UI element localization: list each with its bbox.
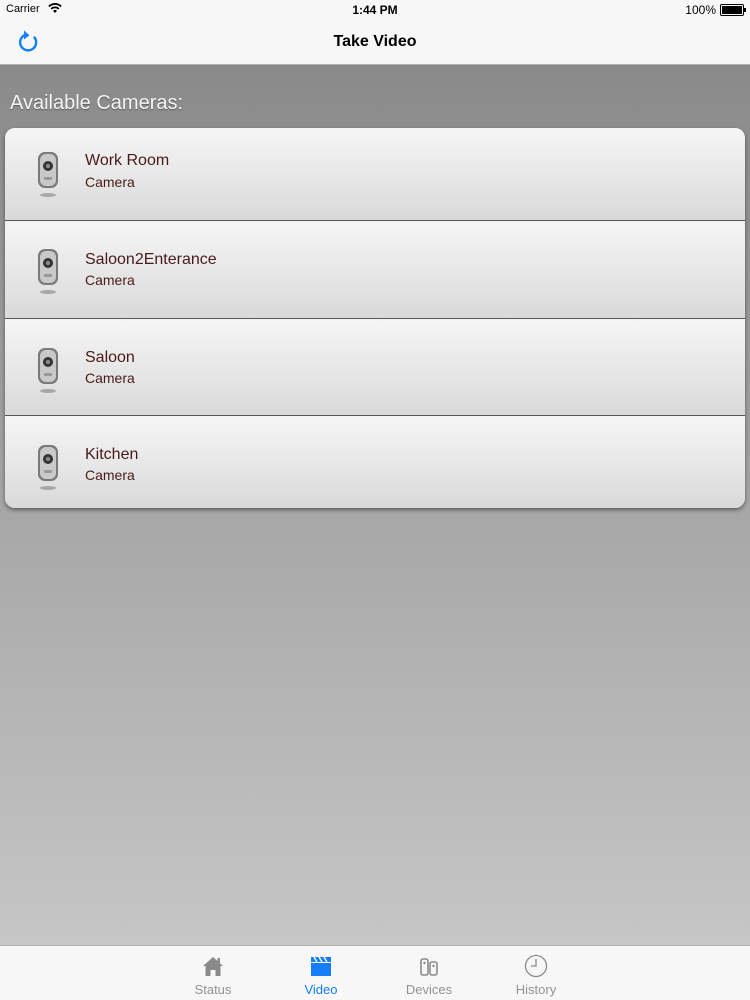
- clapperboard-icon: [311, 956, 331, 976]
- tab-label: History: [515, 982, 557, 997]
- camera-type: Camera: [85, 370, 135, 386]
- tab-label: Video: [304, 982, 338, 997]
- main-content: Available Cameras: Work Room Camera Salo…: [0, 65, 750, 945]
- navigation-bar: Take Video: [0, 20, 750, 65]
- page-title: Take Video: [333, 33, 417, 50]
- tab-history[interactable]: History: [491, 946, 581, 1000]
- tab-status[interactable]: Status: [168, 946, 258, 1000]
- camera-type: Camera: [85, 174, 135, 190]
- tab-bar: Status Video Devices History: [0, 945, 750, 1000]
- camera-icon: [38, 152, 58, 197]
- camera-type: Camera: [85, 272, 135, 288]
- camera-name: Kitchen: [85, 446, 139, 463]
- camera-icon: [38, 445, 58, 490]
- camera-row-saloon[interactable]: Saloon Camera: [5, 318, 745, 415]
- tab-devices[interactable]: Devices: [384, 946, 474, 1000]
- camera-icon: [38, 249, 58, 294]
- battery-percentage: 100%: [685, 3, 716, 17]
- tab-label: Status: [194, 982, 232, 997]
- camera-name: Saloon2Enterance: [85, 251, 217, 268]
- camera-row-kitchen[interactable]: Kitchen Camera: [5, 415, 745, 508]
- clock-time: 1:44 PM: [352, 3, 398, 17]
- camera-type: Camera: [85, 467, 135, 483]
- tab-video[interactable]: Video: [276, 946, 366, 1000]
- devices-icon: [420, 958, 438, 976]
- camera-list: Work Room Camera Saloon2Enterance Camera: [5, 128, 745, 508]
- clock-icon: [524, 954, 548, 978]
- camera-icon: [38, 348, 58, 393]
- tab-label: Devices: [405, 982, 453, 997]
- status-bar: Carrier 1:44 PM 100%: [0, 0, 750, 20]
- camera-row-work-room[interactable]: Work Room Camera: [5, 128, 745, 220]
- camera-row-saloon2enterance[interactable]: Saloon2Enterance Camera: [5, 220, 745, 318]
- camera-name: Saloon: [85, 349, 135, 366]
- home-icon: [203, 957, 223, 976]
- camera-name: Work Room: [85, 152, 170, 169]
- battery-icon: [720, 4, 746, 16]
- section-title: Available Cameras:: [10, 92, 184, 114]
